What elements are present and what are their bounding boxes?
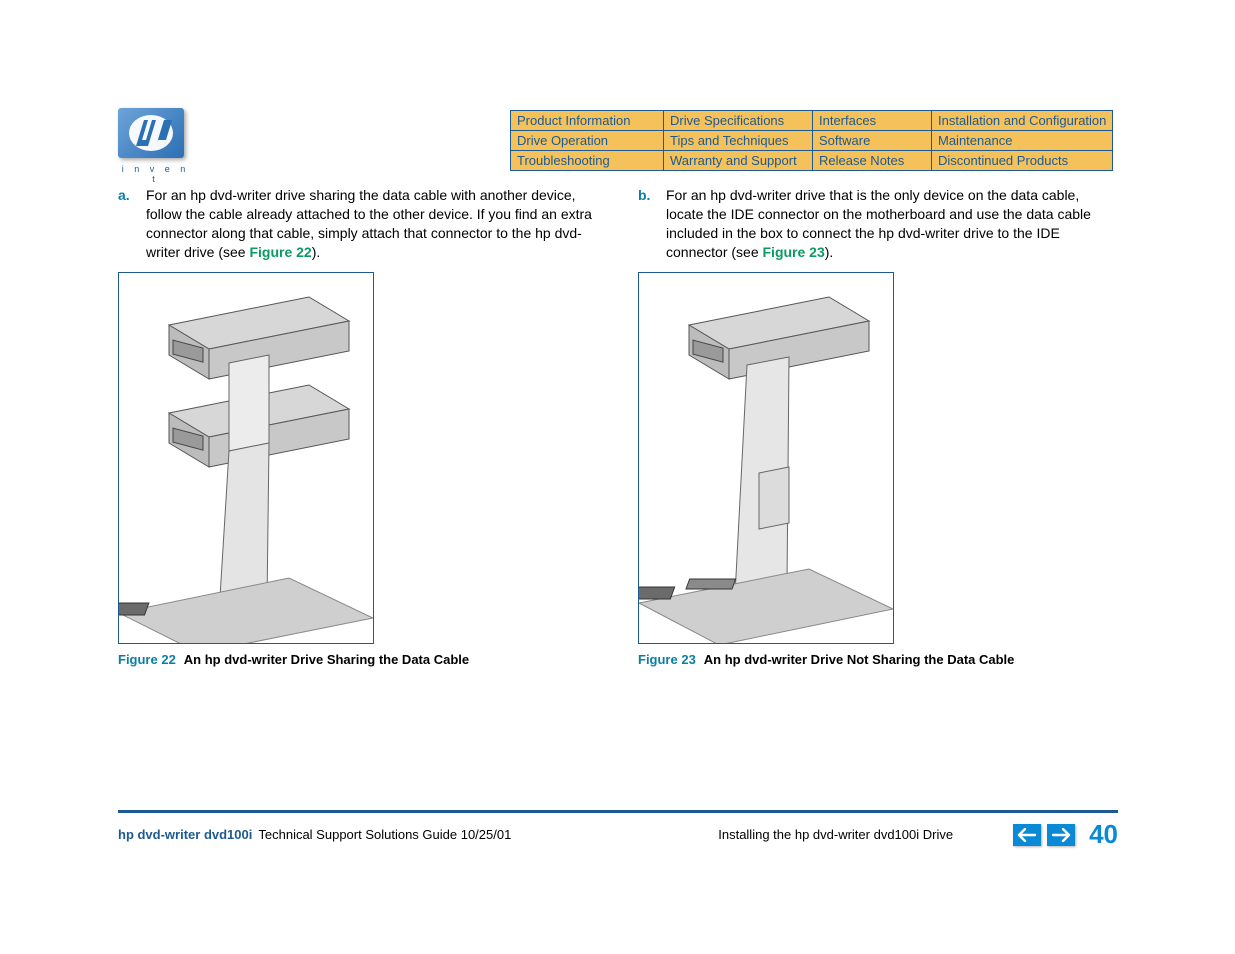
nav-link-table: Product Information Drive Specifications…	[510, 110, 1113, 171]
hp-logo: i n v e n t	[118, 108, 193, 184]
step-a-letter: a.	[118, 186, 136, 262]
footer-section-title: Installing the hp dvd-writer dvd100i Dri…	[718, 827, 953, 842]
nav-drive-specifications[interactable]: Drive Specifications	[664, 111, 813, 131]
nav-drive-operation[interactable]: Drive Operation	[511, 131, 664, 151]
nav-troubleshooting[interactable]: Troubleshooting	[511, 151, 664, 171]
step-a: a. For an hp dvd-writer drive sharing th…	[118, 186, 598, 262]
figure-22-image	[118, 272, 374, 644]
figure-23-image	[638, 272, 894, 644]
nav-warranty-and-support[interactable]: Warranty and Support	[664, 151, 813, 171]
step-b-letter: b.	[638, 186, 656, 262]
step-b: b. For an hp dvd-writer drive that is th…	[638, 186, 1118, 262]
nav-tips-and-techniques[interactable]: Tips and Techniques	[664, 131, 813, 151]
step-a-text: For an hp dvd-writer drive sharing the d…	[146, 186, 598, 262]
footer-guide-title: Technical Support Solutions Guide 10/25/…	[258, 827, 511, 842]
hp-logo-tagline: i n v e n t	[118, 164, 193, 184]
page-footer: hp dvd-writer dvd100i Technical Support …	[118, 810, 1118, 850]
figure-23-caption: Figure 23An hp dvd-writer Drive Not Shar…	[638, 652, 1118, 667]
figure-22-caption: Figure 22An hp dvd-writer Drive Sharing …	[118, 652, 598, 667]
right-column: b. For an hp dvd-writer drive that is th…	[638, 186, 1118, 667]
step-b-text: For an hp dvd-writer drive that is the o…	[666, 186, 1118, 262]
nav-product-information[interactable]: Product Information	[511, 111, 664, 131]
nav-maintenance[interactable]: Maintenance	[932, 131, 1113, 151]
page-number: 40	[1089, 819, 1118, 850]
figure-23-link[interactable]: Figure 23	[763, 244, 825, 260]
prev-page-button[interactable]	[1013, 824, 1041, 846]
nav-software[interactable]: Software	[813, 131, 932, 151]
next-page-button[interactable]	[1047, 824, 1075, 846]
footer-product: hp dvd-writer dvd100i	[118, 827, 252, 842]
nav-discontinued-products[interactable]: Discontinued Products	[932, 151, 1113, 171]
page-nav-arrows	[1013, 824, 1075, 846]
nav-interfaces[interactable]: Interfaces	[813, 111, 932, 131]
nav-release-notes[interactable]: Release Notes	[813, 151, 932, 171]
left-column: a. For an hp dvd-writer drive sharing th…	[118, 186, 598, 667]
nav-installation-and-configuration[interactable]: Installation and Configuration	[932, 111, 1113, 131]
figure-22-link[interactable]: Figure 22	[249, 244, 311, 260]
